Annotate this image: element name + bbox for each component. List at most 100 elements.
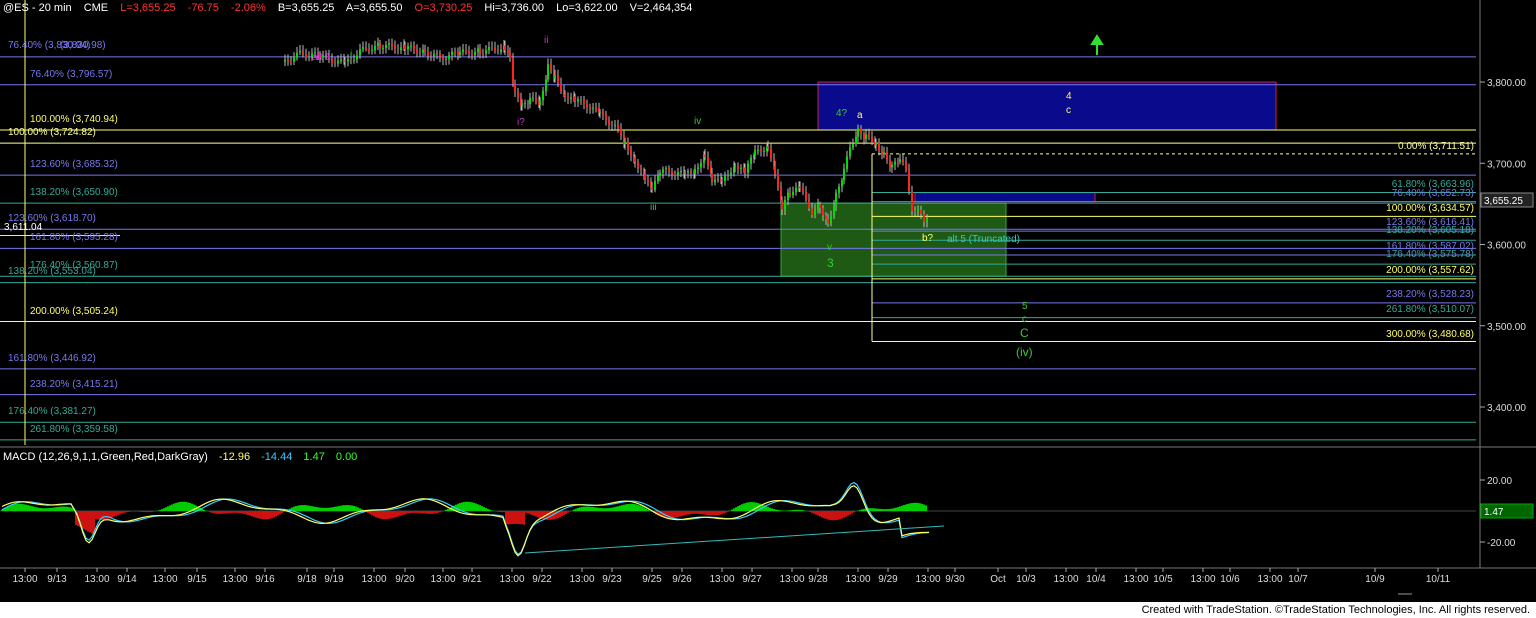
candle-body	[875, 142, 877, 146]
candle-body	[899, 159, 901, 162]
candle-body	[451, 51, 453, 56]
time-tick-label: 9/13	[47, 574, 67, 585]
candle-body	[677, 172, 679, 175]
left-level-label: 76.40% (3,796.57)	[30, 69, 112, 80]
candle-body	[589, 108, 591, 110]
candle-body	[491, 46, 493, 48]
left-level-label: 261.80% (3,359.58)	[30, 424, 118, 435]
candle-body	[897, 161, 899, 163]
time-tick-label: 9/14	[117, 574, 137, 585]
candle-body	[835, 192, 837, 206]
candle-body	[808, 199, 810, 209]
macd-value-1: -12.96	[218, 451, 251, 463]
candle-body	[448, 55, 450, 60]
macd-title: MACD (12,26,9,1,1,Green,Red,DarkGray)	[3, 451, 208, 463]
candle-body	[290, 61, 292, 63]
candle-body	[926, 217, 928, 222]
candle-body	[852, 144, 854, 148]
candle-body	[512, 57, 514, 83]
candle-body	[662, 169, 664, 173]
candle-body	[740, 167, 742, 169]
candle-body	[871, 136, 873, 143]
candle-body	[592, 107, 594, 109]
candle-body	[385, 44, 387, 49]
candle-body	[881, 150, 883, 155]
candle-body	[640, 167, 642, 171]
right-level-label: 0.00% (3,711.51)	[1398, 141, 1474, 152]
candle-body	[494, 47, 496, 51]
candle-body	[344, 61, 346, 63]
candle-body	[860, 128, 862, 135]
time-tick-label: 10/7	[1288, 574, 1308, 585]
candle-body	[700, 162, 702, 168]
candle-body	[462, 49, 464, 52]
candle-body	[497, 50, 499, 53]
candle-body	[299, 50, 301, 53]
candle-body	[730, 172, 732, 175]
candle-body	[430, 55, 432, 57]
candle-body	[413, 45, 415, 50]
candle-body	[439, 53, 441, 57]
candle-body	[445, 59, 447, 61]
candle-body	[855, 136, 857, 145]
candle-body	[868, 134, 870, 137]
candle-body	[595, 107, 597, 109]
candle-body	[886, 152, 888, 160]
candle-body	[849, 147, 851, 157]
candle-body	[527, 103, 529, 105]
time-tick-label: 13:00	[915, 574, 940, 585]
candle-body	[468, 50, 470, 55]
wave-label: v	[827, 242, 832, 253]
candle-body	[620, 128, 622, 137]
candle-body	[694, 168, 696, 174]
candle-body	[567, 96, 569, 99]
wave-label: alt 1	[312, 52, 331, 63]
wave-label: c	[1022, 314, 1027, 325]
candle-body	[920, 209, 922, 214]
candle-body	[377, 42, 379, 47]
left-level-label: 100.00% (3,740.94)	[30, 114, 118, 125]
candle-body	[665, 168, 667, 170]
candle-body	[302, 50, 304, 55]
candle-body	[404, 44, 406, 50]
candle-body	[799, 186, 801, 189]
candle-body	[599, 111, 601, 113]
chart-header: @ES - 20 min CME L=3,655.25 -76.75 -2.06…	[3, 2, 701, 14]
candle-body	[690, 171, 692, 173]
candle-body	[727, 174, 729, 177]
candle-body	[789, 192, 791, 195]
time-tick-label: 9/26	[672, 574, 692, 585]
macd-value-2: -14.44	[261, 451, 293, 463]
wave-label: alt 5 (Truncated)	[947, 234, 1020, 245]
candle-body	[784, 199, 786, 210]
right-level-label: 176.40% (3,575.78)	[1386, 249, 1474, 260]
left-level-label: 238.20% (3,415.21)	[30, 379, 118, 390]
candle-body	[509, 52, 511, 58]
candle-body	[471, 54, 473, 56]
candle-body	[580, 99, 582, 101]
wave-label: ii	[544, 35, 548, 46]
candle-body	[838, 186, 840, 193]
candle-body	[397, 49, 399, 51]
candle-body	[923, 213, 925, 222]
candle-body	[535, 97, 537, 101]
wave-label: b?	[922, 233, 934, 244]
right-level-label: 261.80% (3,510.07)	[1386, 304, 1474, 315]
price-tick-label: 3,500.00	[1487, 322, 1526, 333]
candle-body	[817, 204, 819, 210]
price-chart[interactable]: 76.40% (3,830.94)(3,830.98)76.40% (3,796…	[0, 0, 1536, 618]
time-tick-label: 13:00	[1053, 574, 1078, 585]
time-tick-label: 9/21	[462, 574, 482, 585]
candle-body	[560, 83, 562, 91]
wave-label: 4	[1066, 91, 1072, 102]
time-tick-label: 10/11	[1426, 574, 1451, 585]
candle-body	[477, 48, 479, 52]
candle-body	[754, 150, 756, 156]
candle-body	[687, 171, 689, 173]
candle-body	[347, 58, 349, 62]
left-level-label: 123.60% (3,685.32)	[30, 159, 118, 170]
candle-body	[391, 43, 393, 46]
candle-body	[891, 164, 893, 168]
candle-body	[427, 51, 429, 56]
candle-body	[407, 46, 409, 50]
